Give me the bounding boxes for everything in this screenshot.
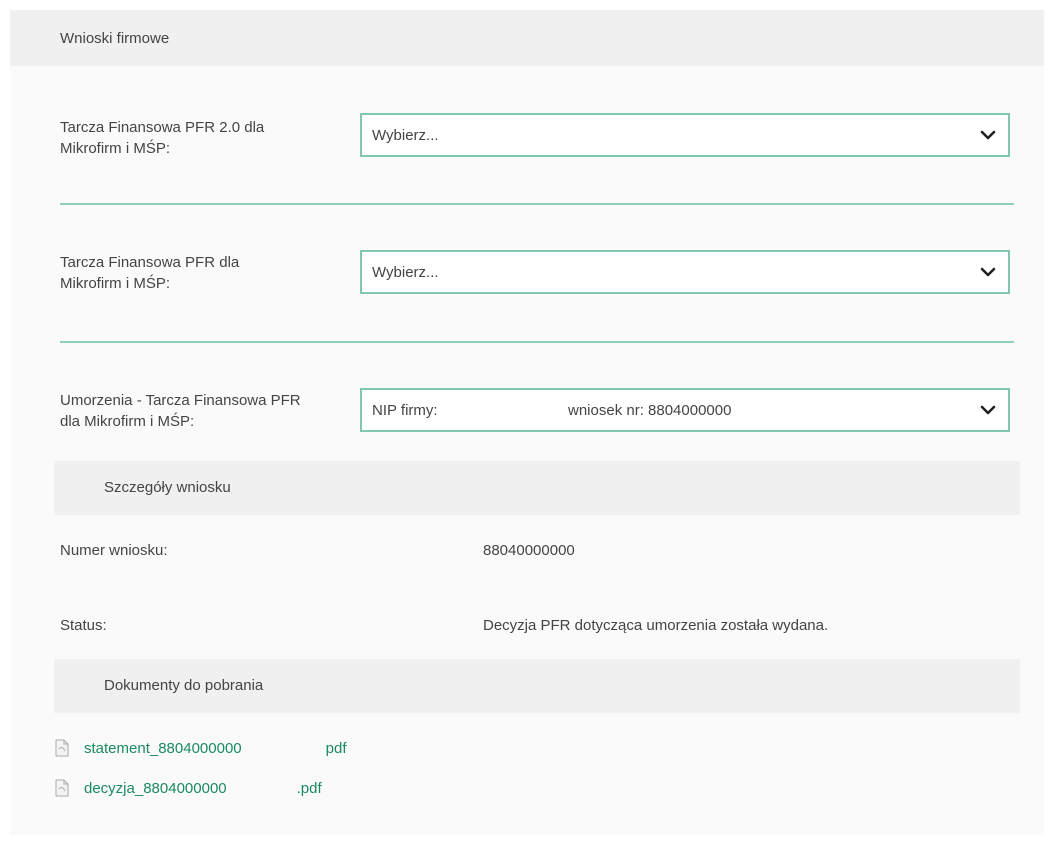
- document-link-decision[interactable]: decyzja_8804000000 .pdf: [84, 780, 322, 797]
- chevron-down-icon: [980, 267, 996, 277]
- divider: [60, 203, 1014, 205]
- umorzenia-select[interactable]: NIP firmy: wniosek nr: 8804000000: [360, 388, 1010, 432]
- documents-section-title: Dokumenty do pobrania: [104, 677, 264, 694]
- field-label-line2: Mikrofirm i MŚP:: [60, 275, 170, 292]
- select-value-nip: NIP firmy:: [372, 402, 438, 419]
- application-number-label: Numer wniosku:: [60, 542, 168, 559]
- field-label-pfr: Tarcza Finansowa PFR dla Mikrofirm i MŚP…: [60, 252, 350, 294]
- company-applications-panel: Wnioski firmowe Tarcza Finansowa PFR 2.0…: [10, 10, 1044, 835]
- documents-section-header: Dokumenty do pobrania: [54, 659, 1020, 713]
- application-number-value: 88040000000: [483, 542, 575, 559]
- field-label-line1: Umorzenia - Tarcza Finansowa PFR: [60, 392, 301, 409]
- field-label-line2: Mikrofirm i MŚP:: [60, 140, 170, 157]
- status-value: Decyzja PFR dotycząca umorzenia została …: [483, 617, 829, 634]
- pfr-2-select[interactable]: Wybierz...: [360, 113, 1010, 157]
- document-link-statement[interactable]: statement_8804000000 pdf: [84, 740, 347, 757]
- field-label-pfr-2: Tarcza Finansowa PFR 2.0 dla Mikrofirm i…: [60, 117, 350, 159]
- status-label: Status:: [60, 617, 107, 634]
- panel-header: Wnioski firmowe: [10, 10, 1044, 66]
- document-item[interactable]: decyzja_8804000000 .pdf: [54, 776, 322, 800]
- details-section-title: Szczegóły wniosku: [104, 479, 231, 496]
- pdf-file-icon: [55, 739, 69, 757]
- document-item[interactable]: statement_8804000000 pdf: [54, 736, 347, 760]
- document-name: statement_8804000000: [84, 739, 242, 757]
- pdf-file-icon: [55, 779, 69, 797]
- field-label-line1: Tarcza Finansowa PFR dla: [60, 254, 240, 271]
- panel-title: Wnioski firmowe: [60, 30, 170, 47]
- details-section-header: Szczegóły wniosku: [54, 461, 1020, 515]
- field-label-line1: Tarcza Finansowa PFR 2.0 dla: [60, 119, 265, 136]
- divider: [60, 341, 1014, 343]
- field-label-line2: dla Mikrofirm i MŚP:: [60, 413, 195, 430]
- document-extension: .pdf: [296, 779, 322, 797]
- select-value-application-number: wniosek nr: 8804000000: [568, 402, 732, 419]
- document-extension: pdf: [325, 739, 347, 757]
- select-value: Wybierz...: [372, 264, 439, 281]
- document-name: decyzja_8804000000: [84, 779, 227, 797]
- chevron-down-icon: [980, 405, 996, 415]
- select-value: Wybierz...: [372, 127, 439, 144]
- pfr-select[interactable]: Wybierz...: [360, 250, 1010, 294]
- chevron-down-icon: [980, 130, 996, 140]
- field-label-umorzenia: Umorzenia - Tarcza Finansowa PFR dla Mik…: [60, 390, 350, 432]
